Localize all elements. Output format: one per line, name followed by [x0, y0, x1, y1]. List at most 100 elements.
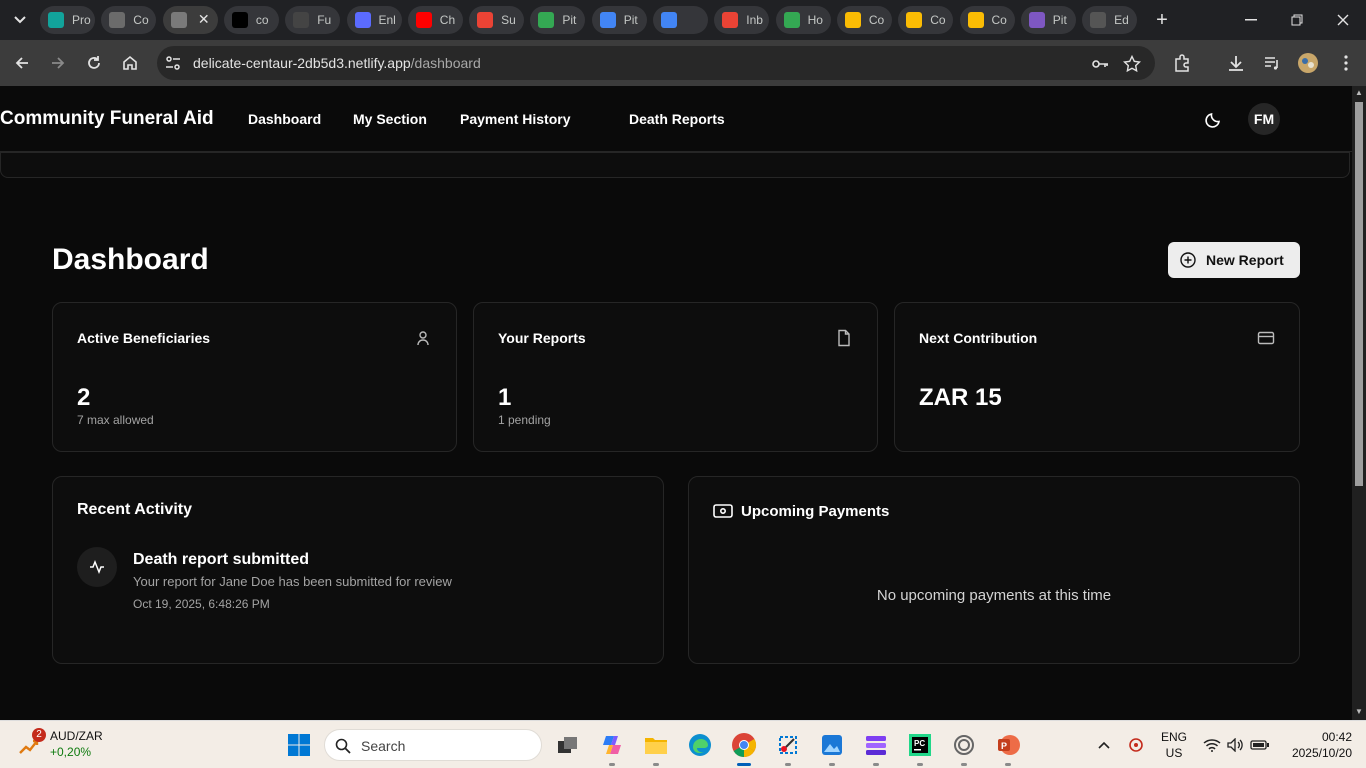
browser-tab[interactable]: Pit — [530, 6, 586, 34]
clock-time: 00:42 — [1321, 730, 1352, 744]
tab-favicon-icon — [1090, 12, 1107, 28]
stat-value: 2 — [77, 384, 91, 411]
browser-tab[interactable]: Co — [959, 6, 1015, 34]
stat-value: ZAR 15 — [919, 384, 1002, 411]
browser-tab[interactable]: Pit — [591, 6, 647, 34]
chevron-up-icon[interactable] — [1090, 729, 1118, 761]
tab-favicon-icon — [354, 12, 371, 28]
recent-activity-title: Recent Activity — [77, 501, 192, 518]
site-info-icon[interactable] — [165, 55, 181, 71]
home-icon[interactable] — [118, 51, 142, 75]
file-icon — [838, 329, 850, 347]
tray-app-icon[interactable] — [1122, 729, 1150, 761]
clock[interactable]: 00:42 2025/10/20 — [1282, 730, 1352, 760]
browser-tab[interactable]: Fu — [285, 6, 341, 34]
browser-tab[interactable]: Su — [469, 6, 525, 34]
tab-title: Fu — [317, 13, 332, 27]
nav-link-death-reports[interactable]: Death Reports — [629, 111, 725, 127]
scroll-down-icon[interactable]: ▼ — [1355, 708, 1363, 716]
stat-card-next-contribution: Next Contribution ZAR 15 — [894, 302, 1300, 452]
moon-icon[interactable] — [1202, 107, 1226, 131]
menu-kebab-icon[interactable] — [1334, 51, 1358, 75]
browser-toolbar: delicate-centaur-2db5d3.netlify.app/dash… — [0, 40, 1366, 86]
reload-icon[interactable] — [82, 51, 106, 75]
browser-tab[interactable]: Co — [101, 6, 157, 34]
tab-favicon-icon — [538, 12, 555, 28]
windows-taskbar: 2 AUD/ZAR +0,20% Search PC P ENG US 00:4… — [0, 720, 1366, 768]
tab-title: Co — [991, 13, 1007, 27]
browser-tab[interactable]: Enl — [346, 6, 402, 34]
minimize-icon[interactable] — [1228, 0, 1274, 40]
browser-tab[interactable] — [653, 6, 708, 34]
close-window-icon[interactable] — [1320, 0, 1366, 40]
page-scrollbar[interactable]: ▲ ▼ — [1352, 86, 1366, 720]
tab-favicon-icon — [293, 12, 310, 28]
browser-tab[interactable]: Pro — [40, 6, 95, 34]
pycharm-icon[interactable]: PC — [904, 729, 936, 766]
powerpoint-icon[interactable]: P — [992, 729, 1024, 766]
browser-tab[interactable]: Ho — [775, 6, 831, 34]
restore-icon[interactable] — [1274, 0, 1320, 40]
recent-activity-card: Recent Activity Death report submitted Y… — [52, 476, 664, 664]
language-code: ENG — [1160, 730, 1187, 744]
browser-tab[interactable]: Ch — [407, 6, 463, 34]
widgets-button[interactable]: 2 AUD/ZAR +0,20% — [14, 727, 124, 763]
new-tab-button[interactable]: + — [1150, 8, 1174, 32]
battery-icon[interactable] — [1246, 729, 1274, 761]
nav-link-my-section[interactable]: My Section — [353, 111, 427, 127]
extensions-icon[interactable] — [1170, 51, 1194, 75]
clipchamp-icon[interactable] — [860, 729, 892, 766]
file-explorer-icon[interactable] — [640, 729, 672, 766]
browser-tab[interactable]: Ed — [1082, 6, 1138, 34]
profile-avatar-icon[interactable] — [1296, 51, 1320, 75]
brand-title[interactable]: Community Funeral Aid — [0, 108, 214, 130]
tab-favicon-icon — [415, 12, 432, 28]
language-indicator[interactable]: ENG US — [1158, 730, 1190, 760]
activity-item-time: Oct 19, 2025, 6:48:26 PM — [133, 597, 270, 611]
edge-browser-icon[interactable] — [684, 729, 716, 761]
stat-subtext: 1 pending — [498, 413, 551, 427]
task-view-icon[interactable] — [552, 729, 584, 761]
photos-icon[interactable] — [816, 729, 848, 766]
activity-item-title: Death report submitted — [133, 551, 310, 568]
browser-tab[interactable]: Pit — [1020, 6, 1076, 34]
chrome-icon[interactable] — [728, 729, 760, 766]
forward-icon[interactable] — [46, 51, 70, 75]
tab-favicon-icon — [844, 12, 861, 28]
tab-title: Pit — [623, 13, 638, 27]
search-icon — [335, 738, 351, 754]
notification-badge: 2 — [32, 728, 46, 742]
search-label: Search — [361, 738, 406, 754]
new-report-label: New Report — [1206, 252, 1284, 268]
media-control-icon[interactable] — [1260, 51, 1284, 75]
user-avatar[interactable]: FM — [1248, 103, 1280, 135]
new-report-button[interactable]: New Report — [1168, 242, 1300, 278]
tab-search-icon[interactable] — [8, 8, 32, 32]
url-path: /dashboard — [410, 55, 481, 71]
tab-favicon-icon — [477, 12, 494, 28]
download-icon[interactable] — [1224, 51, 1248, 75]
tab-title: Su — [501, 13, 516, 27]
nav-link-dashboard[interactable]: Dashboard — [248, 111, 321, 127]
browser-tab[interactable]: ✕ — [162, 6, 218, 34]
close-tab-icon[interactable]: ✕ — [198, 11, 210, 28]
browser-tab[interactable]: co — [223, 6, 279, 34]
network-app-icon[interactable] — [948, 729, 980, 766]
nav-link-payment-history[interactable]: Payment History — [460, 111, 570, 127]
browser-tab[interactable]: Co — [836, 6, 892, 34]
tab-favicon-icon — [722, 12, 739, 28]
bookmark-star-icon[interactable] — [1123, 55, 1141, 73]
back-icon[interactable] — [10, 51, 34, 75]
tab-favicon-icon — [906, 12, 923, 28]
taskbar-search[interactable]: Search — [324, 729, 542, 761]
browser-tab[interactable]: Co — [898, 6, 954, 34]
copilot-icon[interactable] — [596, 729, 628, 766]
windows-start-icon[interactable] — [283, 729, 315, 761]
browser-tab[interactable]: Inb — [714, 6, 770, 34]
password-key-icon[interactable] — [1091, 55, 1109, 73]
tab-favicon-icon — [48, 12, 64, 28]
snipping-tool-icon[interactable] — [772, 729, 804, 766]
scrollbar-thumb[interactable] — [1355, 102, 1363, 486]
address-bar[interactable]: delicate-centaur-2db5d3.netlify.app/dash… — [157, 46, 1155, 80]
scroll-up-icon[interactable]: ▲ — [1355, 89, 1363, 97]
